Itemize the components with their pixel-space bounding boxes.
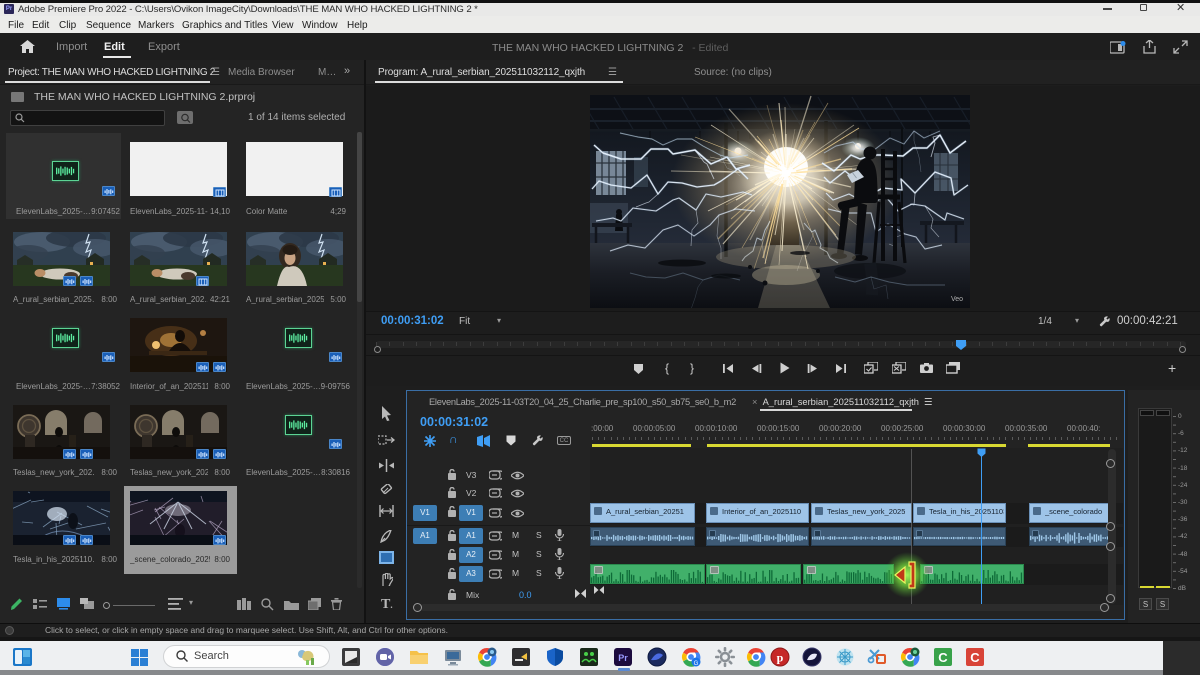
svg-text:Pr: Pr: [618, 653, 628, 663]
svg-text:p: p: [777, 651, 784, 665]
svg-text:C: C: [970, 650, 980, 665]
svg-text:Veo: Veo: [951, 296, 963, 303]
svg-text:G: G: [694, 661, 699, 667]
svg-text:C: C: [938, 650, 948, 665]
